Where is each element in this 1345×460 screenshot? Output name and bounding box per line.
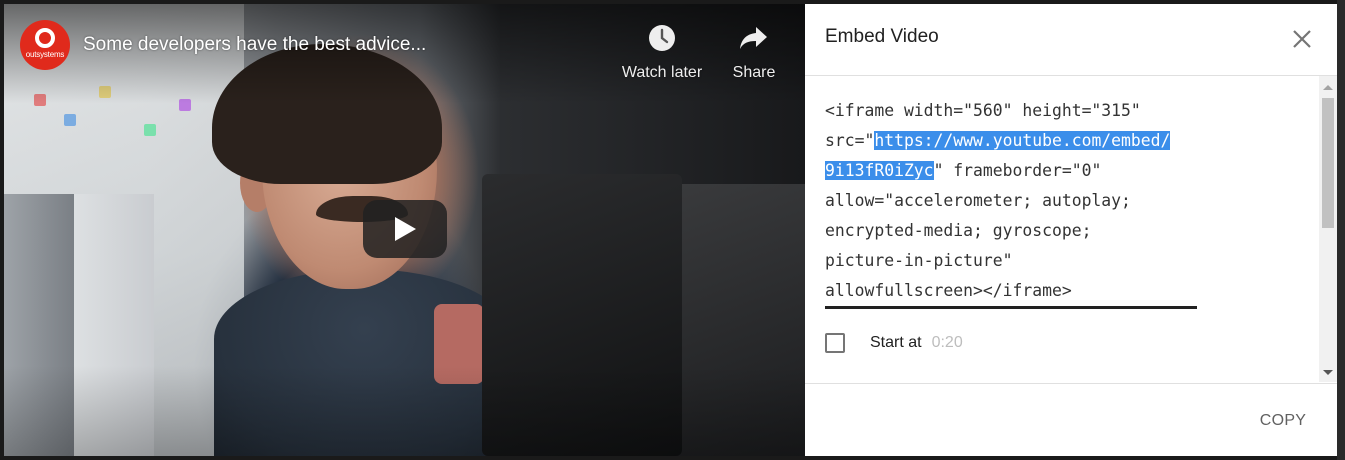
play-icon	[395, 217, 416, 241]
embed-dialog-title: Embed Video	[825, 26, 939, 47]
selected-code-text: 9i13fR0iZyc	[825, 161, 934, 180]
embed-dialog-header: Embed Video	[805, 4, 1337, 76]
scroll-down-arrow-icon[interactable]	[1323, 370, 1333, 375]
code-text: src="	[825, 131, 875, 150]
code-text: picture-in-picture"	[825, 251, 1013, 270]
copy-button[interactable]: COPY	[1245, 406, 1321, 436]
watch-later-label: Watch later	[621, 64, 703, 81]
code-text: " frameborder="0"	[933, 161, 1102, 180]
start-at-label: Start at	[870, 334, 922, 351]
share-button[interactable]: Share	[706, 20, 802, 82]
start-at-checkbox[interactable]	[825, 333, 845, 353]
embed-code-textarea[interactable]: <iframe width="560" height="315" src="htt…	[825, 96, 1197, 306]
watch-later-button[interactable]: Watch later	[614, 20, 710, 82]
selected-code-text: https://www.youtube.com/embed/	[874, 131, 1171, 150]
share-arrow-icon	[740, 27, 767, 49]
embed-code-line: <iframe width="560" height="315"	[825, 96, 1197, 126]
embed-dialog-scrollbar[interactable]	[1319, 76, 1337, 382]
close-button[interactable]	[1289, 26, 1315, 52]
video-player[interactable]: outsystems Some developers have the best…	[4, 4, 805, 456]
code-text: allowfullscreen></iframe>	[825, 281, 1072, 300]
embed-code-line: picture-in-picture"	[825, 246, 1197, 276]
embed-dialog: Embed Video <iframe width="560" height="…	[805, 4, 1337, 456]
logo-ring-icon	[35, 27, 55, 48]
scroll-up-arrow-icon[interactable]	[1323, 85, 1333, 90]
code-text: <iframe width="560" height="315"	[825, 101, 1141, 120]
clock-icon	[649, 25, 675, 51]
code-text: encrypted-media; gyroscope;	[825, 221, 1092, 240]
scroll-thumb[interactable]	[1322, 98, 1334, 228]
embed-code-line: encrypted-media; gyroscope;	[825, 216, 1197, 246]
embed-dialog-footer: COPY	[805, 383, 1337, 457]
embed-code-line: src="https://www.youtube.com/embed/	[825, 126, 1197, 156]
embed-code-line: 9i13fR0iZyc" frameborder="0"	[825, 156, 1197, 186]
channel-logo[interactable]: outsystems	[20, 20, 70, 70]
embed-code-line: allowfullscreen></iframe>	[825, 276, 1197, 306]
embed-dialog-body: <iframe width="560" height="315" src="htt…	[805, 76, 1319, 382]
start-at-row: Start at 0:20	[825, 328, 963, 358]
start-at-time-input[interactable]: 0:20	[932, 334, 963, 352]
code-text: allow="accelerometer; autoplay;	[825, 191, 1131, 210]
share-label: Share	[732, 64, 776, 81]
page-edge	[1337, 0, 1345, 460]
channel-logo-text: outsystems	[25, 49, 65, 59]
embed-code-underline	[825, 306, 1197, 309]
embed-code-line: allow="accelerometer; autoplay;	[825, 186, 1197, 216]
video-title[interactable]: Some developers have the best advice...	[83, 34, 426, 56]
close-icon	[1293, 30, 1311, 48]
play-button[interactable]	[363, 200, 447, 258]
